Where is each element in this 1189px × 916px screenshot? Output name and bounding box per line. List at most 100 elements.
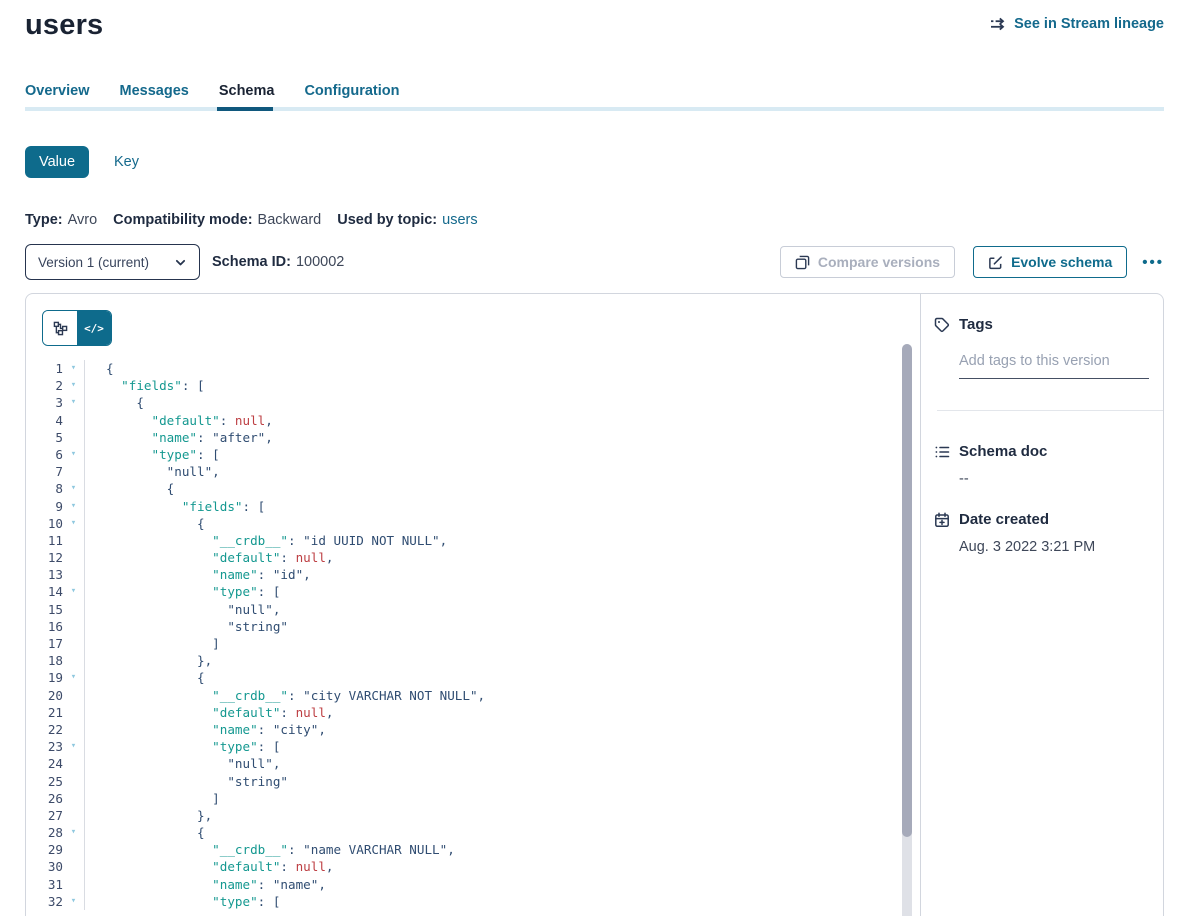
- date-created-value: Aug. 3 2022 3:21 PM: [959, 539, 1163, 555]
- line-number: 26: [26, 790, 63, 807]
- code-lines: 1▾{2▾ "fields": [3▾ {4 "default": null,5…: [26, 360, 920, 910]
- code-line: 4 "default": null,: [26, 412, 920, 429]
- fold-spacer: [63, 618, 84, 635]
- code-text: {: [84, 394, 920, 411]
- code-line: 15 "null",: [26, 601, 920, 618]
- page-header: users See in Stream lineage: [25, 0, 1164, 43]
- used-by-topic-link[interactable]: users: [442, 212, 477, 228]
- schema-doc-heading: Schema doc: [959, 443, 1047, 460]
- line-number: 21: [26, 704, 63, 721]
- fold-toggle-icon[interactable]: ▾: [63, 738, 84, 755]
- line-number: 23: [26, 738, 63, 755]
- code-text: "default": null,: [84, 704, 920, 721]
- tree-view-button[interactable]: [43, 311, 77, 345]
- schema-code-panel: </> 1▾{2▾ "fields": [3▾ {4 "default": nu…: [26, 294, 920, 916]
- line-number: 20: [26, 687, 63, 704]
- code-line: 20 "__crdb__": "city VARCHAR NOT NULL",: [26, 687, 920, 704]
- line-number: 12: [26, 549, 63, 566]
- code-text: "null",: [84, 601, 920, 618]
- fold-toggle-icon[interactable]: ▾: [63, 669, 84, 686]
- code-line: 12 "default": null,: [26, 549, 920, 566]
- schema-doc-section: Schema doc --: [934, 443, 1163, 487]
- fold-toggle-icon[interactable]: ▾: [63, 893, 84, 910]
- value-key-toggle: Value Key: [25, 146, 1164, 178]
- code-text: "string": [84, 618, 920, 635]
- tab-bar: Overview Messages Schema Configuration: [25, 83, 1164, 111]
- line-number: 25: [26, 773, 63, 790]
- code-text: "type": [: [84, 893, 920, 910]
- tab-messages[interactable]: Messages: [120, 83, 189, 99]
- fold-spacer: [63, 807, 84, 824]
- see-in-stream-lineage-link[interactable]: See in Stream lineage: [990, 16, 1164, 32]
- fold-toggle-icon[interactable]: ▾: [63, 583, 84, 600]
- tab-configuration[interactable]: Configuration: [304, 83, 399, 99]
- tags-heading: Tags: [959, 316, 993, 333]
- compare-versions-icon: [795, 255, 810, 270]
- fold-toggle-icon[interactable]: ▾: [63, 394, 84, 411]
- code-text: "__crdb__": "id UUID NOT NULL",: [84, 532, 920, 549]
- more-actions-menu[interactable]: •••: [1142, 254, 1164, 271]
- fold-spacer: [63, 566, 84, 583]
- line-number: 31: [26, 876, 63, 893]
- fold-spacer: [63, 858, 84, 875]
- doc-list-icon: [934, 444, 950, 460]
- code-scrollbar-track: [902, 344, 912, 916]
- code-text: {: [84, 360, 920, 377]
- fold-spacer: [63, 790, 84, 807]
- code-line: 24 "null",: [26, 755, 920, 772]
- schema-id-label: Schema ID:: [212, 254, 291, 270]
- line-number: 5: [26, 429, 63, 446]
- tags-section: Tags: [934, 316, 1163, 411]
- fold-toggle-icon[interactable]: ▾: [63, 446, 84, 463]
- view-toggle-group: </>: [42, 310, 112, 346]
- date-created-heading: Date created: [959, 511, 1049, 528]
- line-number: 18: [26, 652, 63, 669]
- code-line: 16 "string": [26, 618, 920, 635]
- line-number: 1: [26, 360, 63, 377]
- code-line: 22 "name": "city",: [26, 721, 920, 738]
- line-number: 11: [26, 532, 63, 549]
- key-toggle-link[interactable]: Key: [114, 154, 139, 170]
- schema-doc-value: --: [959, 471, 1163, 487]
- sidebar-divider: [937, 410, 1163, 411]
- evolve-schema-button[interactable]: Evolve schema: [973, 246, 1127, 278]
- tags-input[interactable]: [959, 353, 1149, 379]
- line-number: 14: [26, 583, 63, 600]
- fold-spacer: [63, 412, 84, 429]
- tab-schema[interactable]: Schema: [219, 83, 275, 99]
- code-view-button[interactable]: </>: [77, 311, 111, 345]
- value-toggle-button[interactable]: Value: [25, 146, 89, 178]
- tag-icon: [934, 317, 950, 333]
- compare-versions-button[interactable]: Compare versions: [780, 246, 955, 278]
- schema-page: users See in Stream lineage Overview Mes…: [0, 0, 1189, 916]
- code-text: ]: [84, 790, 920, 807]
- code-text: "type": [: [84, 738, 920, 755]
- line-number: 2: [26, 377, 63, 394]
- code-text: "type": [: [84, 446, 920, 463]
- code-text: "name": "name",: [84, 876, 920, 893]
- fold-spacer: [63, 601, 84, 618]
- fold-toggle-icon[interactable]: ▾: [63, 360, 84, 377]
- code-line: 5 "name": "after",: [26, 429, 920, 446]
- line-number: 9: [26, 498, 63, 515]
- line-number: 7: [26, 463, 63, 480]
- version-select[interactable]: Version 1 (current): [25, 244, 200, 280]
- tab-overview[interactable]: Overview: [25, 83, 90, 99]
- date-created-section: Date created Aug. 3 2022 3:21 PM: [934, 511, 1163, 555]
- code-text: {: [84, 480, 920, 497]
- code-text: "name": "id",: [84, 566, 920, 583]
- code-text: "fields": [: [84, 377, 920, 394]
- code-line: 14▾ "type": [: [26, 583, 920, 600]
- fold-toggle-icon[interactable]: ▾: [63, 824, 84, 841]
- code-scrollbar-thumb[interactable]: [902, 344, 912, 837]
- fold-toggle-icon[interactable]: ▾: [63, 515, 84, 532]
- code-line: 7 "null",: [26, 463, 920, 480]
- fold-spacer: [63, 773, 84, 790]
- fold-spacer: [63, 532, 84, 549]
- line-number: 27: [26, 807, 63, 824]
- fold-toggle-icon[interactable]: ▾: [63, 498, 84, 515]
- line-number: 17: [26, 635, 63, 652]
- fold-toggle-icon[interactable]: ▾: [63, 480, 84, 497]
- fold-toggle-icon[interactable]: ▾: [63, 377, 84, 394]
- fold-spacer: [63, 721, 84, 738]
